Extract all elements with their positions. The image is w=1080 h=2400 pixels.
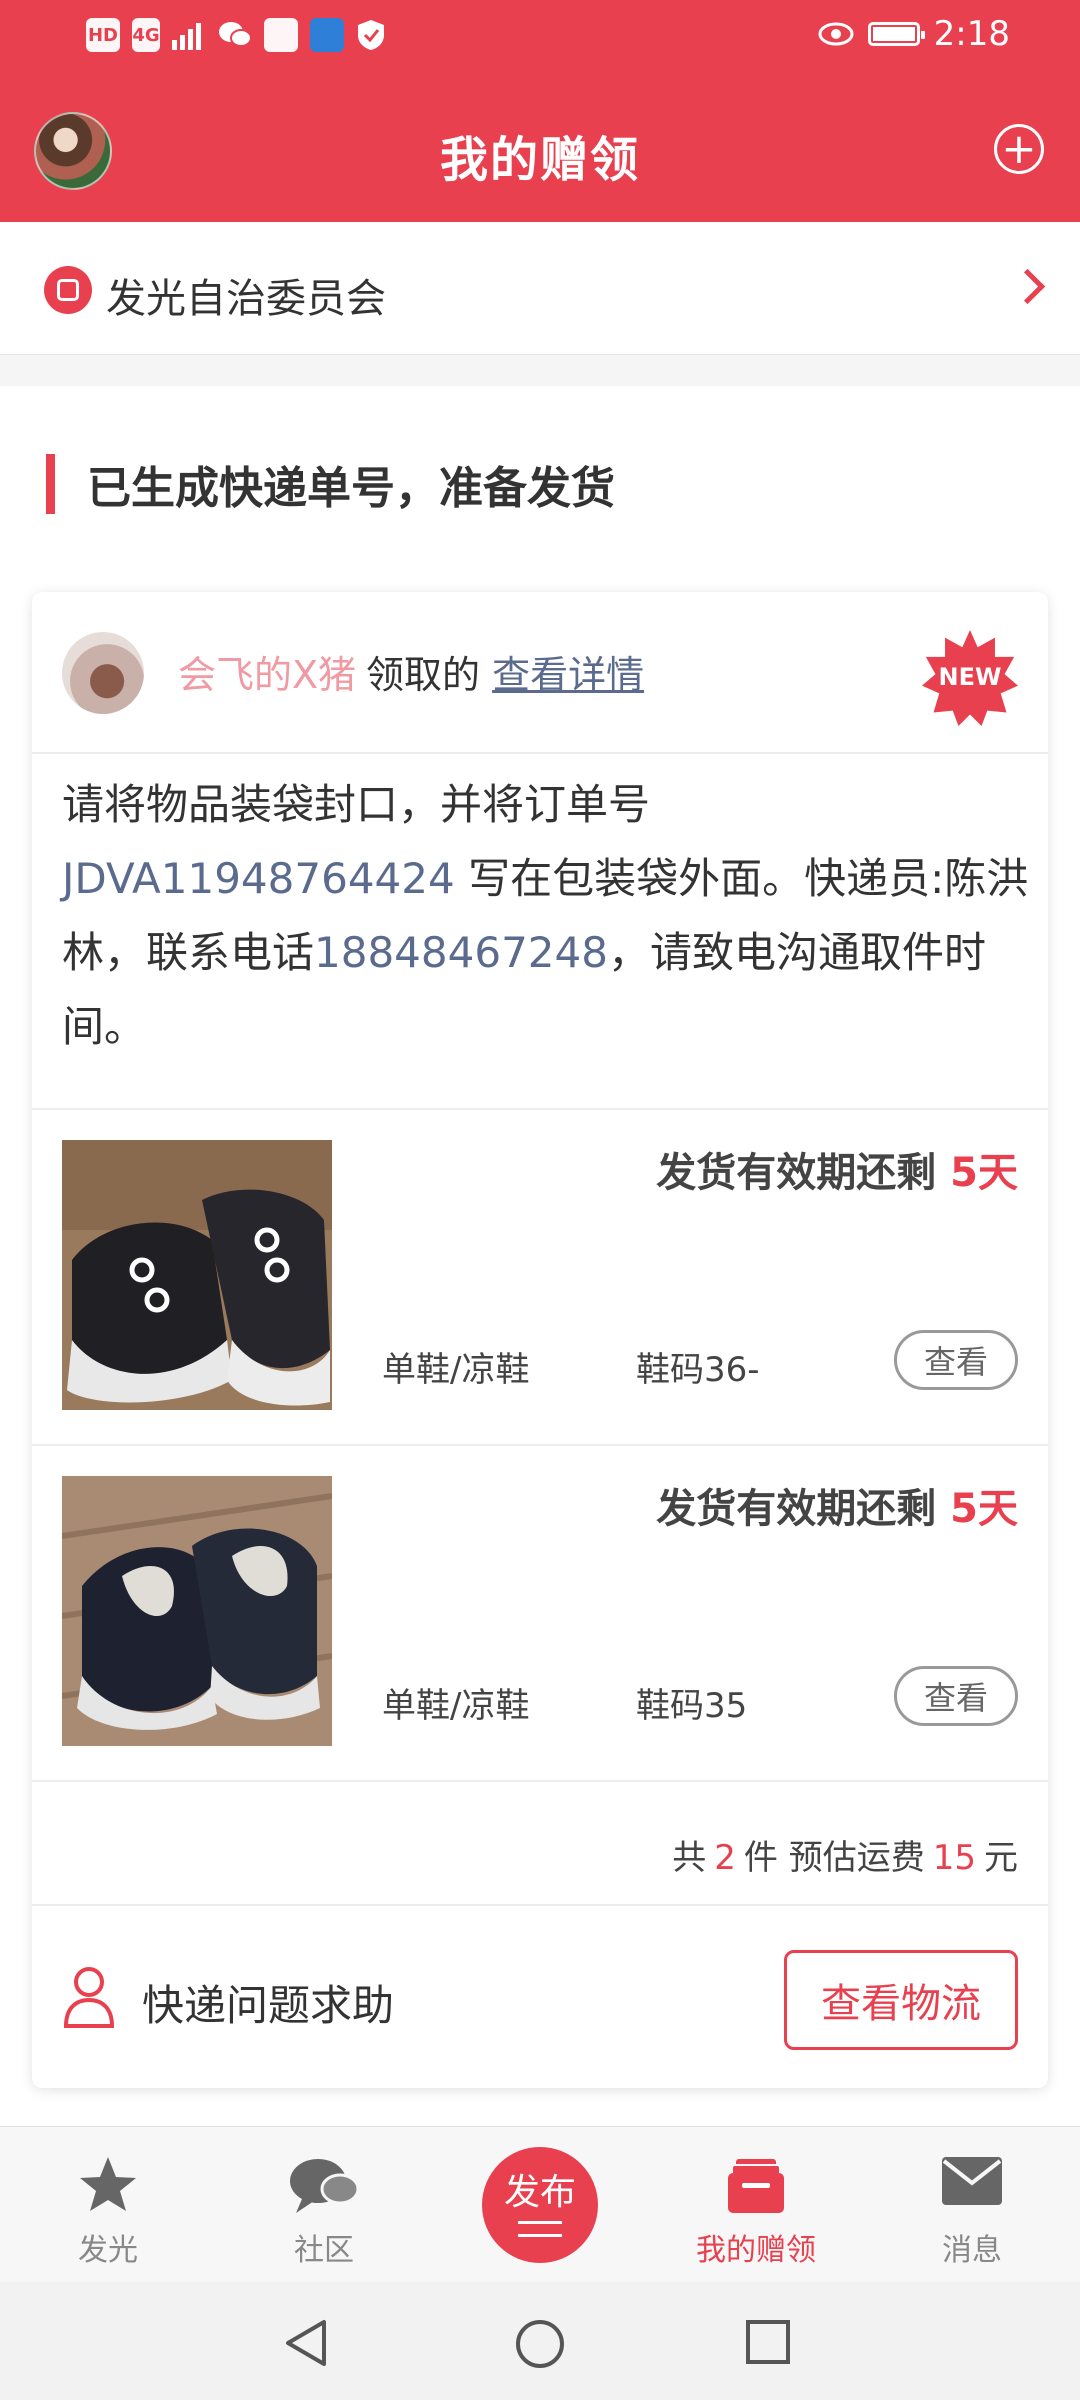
summary-prefix: 共 bbox=[672, 1838, 707, 1878]
nav-item-my-gifts[interactable]: 我的赠领 bbox=[648, 2127, 864, 2283]
status-time: 2:18 bbox=[933, 14, 1010, 54]
shipping-deadline: 发货有效期还剩 5天 bbox=[656, 1140, 1018, 1198]
order-summary: 共2件 预估运费 15 元 bbox=[672, 1830, 1018, 1879]
chevron-right-icon bbox=[1009, 268, 1046, 305]
publish-label: 发布 bbox=[503, 2172, 576, 2213]
claimer-line: 会飞的X猪 领取的 查看详情 bbox=[178, 644, 644, 699]
gift-icon bbox=[728, 2159, 784, 2213]
shield-icon bbox=[358, 20, 384, 50]
nav-label: 消息 bbox=[942, 2233, 1002, 2268]
courier-phone[interactable]: 18848467248 bbox=[314, 928, 608, 977]
battery-icon bbox=[867, 22, 925, 46]
star-icon bbox=[80, 2157, 136, 2211]
menu-lines-icon bbox=[518, 2221, 562, 2237]
deadline-days: 5天 bbox=[950, 1150, 1018, 1196]
view-item-button[interactable]: 查看 bbox=[894, 1330, 1018, 1390]
status-right: 2:18 bbox=[818, 14, 1010, 54]
shipping-instruction: 请将物品装袋封口，并将订单号 JDVA11948764424 写在包装袋外面。快… bbox=[62, 768, 1048, 1064]
network-icon: 4G bbox=[132, 18, 160, 52]
back-icon[interactable] bbox=[282, 2318, 332, 2368]
view-logistics-button[interactable]: 查看物流 bbox=[784, 1950, 1018, 2050]
express-help-link[interactable]: 快递问题求助 bbox=[142, 1972, 394, 2033]
claimed-text: 领取的 bbox=[366, 653, 481, 697]
app-header: HD 4G 2:18 我的赠领 + bbox=[0, 0, 1080, 222]
order-card: 会飞的X猪 领取的 查看详情 NEW 请将物品装袋封口，并将订单号 JDVA1194… bbox=[32, 592, 1048, 2088]
hd-icon: HD bbox=[86, 18, 120, 52]
item-count: 2 bbox=[714, 1838, 736, 1878]
summary-suffix: 元 bbox=[984, 1838, 1018, 1878]
deadline-label: 发货有效期还剩 bbox=[656, 1150, 937, 1196]
section-heading: 已生成快递单号，准备发货 bbox=[46, 454, 615, 514]
committee-icon bbox=[44, 266, 92, 314]
nav-label: 社区 bbox=[294, 2233, 354, 2268]
shipping-section: 已生成快递单号，准备发货 会飞的X猪 领取的 查看详情 NEW 请将物品装袋封口，并… bbox=[0, 386, 1080, 2126]
shoe-photo[interactable] bbox=[62, 1140, 332, 1410]
page: HD 4G 2:18 我的赠领 + 发光自治委员会 已生成快递单号，准备发货 会… bbox=[0, 0, 1080, 2400]
chat-icon bbox=[290, 2159, 360, 2213]
shipping-fee: 15 bbox=[932, 1838, 976, 1878]
nav-item-community[interactable]: 社区 bbox=[216, 2127, 432, 2283]
card-header: 会飞的X猪 领取的 查看详情 NEW bbox=[32, 592, 1048, 754]
committee-row[interactable]: 发光自治委员会 bbox=[0, 222, 1080, 355]
nav-label: 发光 bbox=[78, 2233, 138, 2268]
person-icon bbox=[63, 1967, 115, 2028]
claimer-avatar[interactable] bbox=[62, 632, 144, 714]
list-item: 发货有效期还剩 5天 单鞋/凉鞋 鞋码35 查看 bbox=[32, 1446, 1048, 1782]
section-title: 已生成快递单号，准备发货 bbox=[87, 463, 615, 514]
list-item: 发货有效期还剩 5天 单鞋/凉鞋 鞋码36- 查看 bbox=[32, 1110, 1048, 1446]
new-badge-label: NEW bbox=[938, 663, 1002, 691]
publish-button[interactable]: 发布 bbox=[482, 2147, 598, 2263]
committee-label: 发光自治委员会 bbox=[106, 276, 386, 322]
nav-item-messages[interactable]: 消息 bbox=[864, 2127, 1080, 2283]
item-category: 单鞋/凉鞋 bbox=[382, 1350, 530, 1390]
page-title: 我的赠领 bbox=[439, 132, 640, 188]
home-icon[interactable] bbox=[514, 2318, 566, 2370]
signal-icon bbox=[172, 23, 201, 50]
order-number[interactable]: JDVA11948764424 bbox=[62, 854, 455, 903]
view-detail-link[interactable]: 查看详情 bbox=[492, 653, 644, 697]
shipping-deadline: 发货有效期还剩 5天 bbox=[656, 1476, 1018, 1534]
new-badge: NEW bbox=[922, 630, 1018, 726]
view-item-button[interactable]: 查看 bbox=[894, 1666, 1018, 1726]
browser-icon bbox=[310, 18, 344, 52]
mail-icon bbox=[942, 2157, 1002, 2205]
item-size: 鞋码35 bbox=[636, 1686, 748, 1726]
shoe-photo[interactable] bbox=[62, 1476, 332, 1746]
instruction-text-1: 请将物品装袋封口，并将订单号 bbox=[62, 780, 651, 829]
eye-icon bbox=[818, 22, 854, 46]
recents-icon[interactable] bbox=[744, 2318, 792, 2366]
status-bar: HD 4G 2:18 bbox=[0, 0, 1080, 78]
divider bbox=[32, 1780, 1048, 1782]
wechat-icon bbox=[219, 22, 252, 47]
deadline-label: 发货有效期还剩 bbox=[656, 1486, 937, 1532]
add-button[interactable]: + bbox=[994, 124, 1044, 174]
item-size: 鞋码36- bbox=[636, 1350, 760, 1390]
deadline-days: 5天 bbox=[950, 1486, 1018, 1532]
title-bar: 我的赠领 + bbox=[0, 78, 1080, 222]
nav-item-faguang[interactable]: 发光 bbox=[0, 2127, 216, 2283]
help-row: 快递问题求助 查看物流 bbox=[32, 1906, 1048, 2088]
section-accent-bar bbox=[46, 454, 55, 514]
summary-mid: 件 预估运费 bbox=[743, 1838, 925, 1878]
item-category: 单鞋/凉鞋 bbox=[382, 1686, 530, 1726]
bottom-nav: 发光 社区 发布 我的赠领 消息 bbox=[0, 2126, 1080, 2283]
plus-icon: + bbox=[1001, 124, 1037, 173]
claimer-name[interactable]: 会飞的X猪 bbox=[178, 653, 356, 697]
nav-label: 我的赠领 bbox=[696, 2233, 816, 2268]
status-left-icons: HD 4G bbox=[86, 18, 386, 52]
system-nav-bar bbox=[0, 2282, 1080, 2400]
huawei-icon bbox=[264, 18, 298, 52]
